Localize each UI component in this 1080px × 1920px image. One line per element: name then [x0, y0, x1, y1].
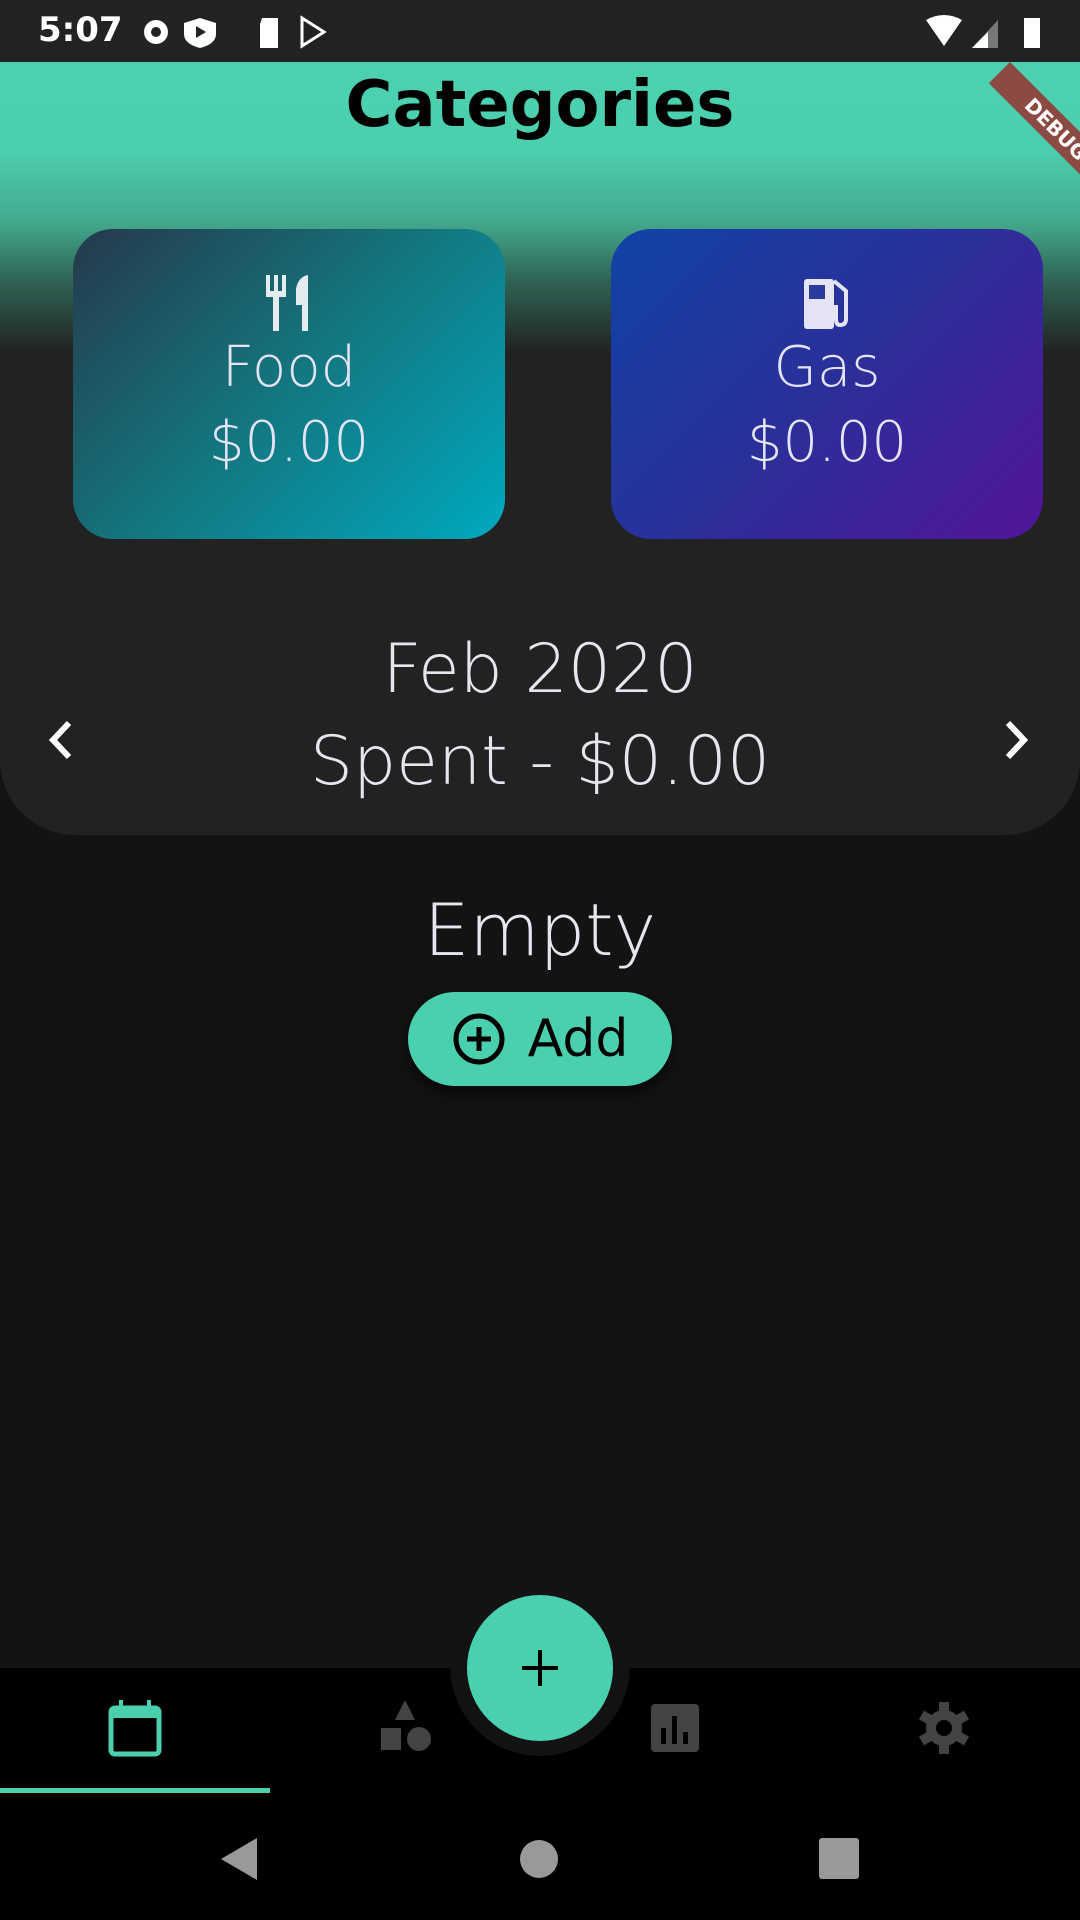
nav-settings[interactable] — [914, 1698, 974, 1758]
gas-station-icon — [611, 275, 1043, 331]
recents-icon[interactable] — [813, 1834, 863, 1884]
chart-icon — [651, 1704, 699, 1752]
home-icon[interactable] — [514, 1834, 564, 1884]
page-title: Categories — [345, 68, 735, 142]
spent-total: Spent - $0.00 — [309, 722, 771, 801]
category-name: Food — [221, 335, 357, 400]
shapes-icon — [381, 1700, 431, 1751]
empty-state-text: Empty — [423, 888, 657, 972]
category-card-food[interactable]: Food $0.00 — [73, 229, 505, 539]
calendar-icon — [108, 1700, 162, 1757]
notification-icons — [144, 15, 327, 49]
active-tab-indicator — [0, 1788, 270, 1793]
back-icon[interactable] — [215, 1834, 265, 1884]
month-label: Feb 2020 — [382, 630, 698, 709]
add-button-label: Add — [527, 1009, 629, 1069]
add-button[interactable]: Add — [408, 992, 672, 1086]
settings-icon — [918, 1702, 970, 1754]
nav-statistics[interactable] — [645, 1698, 705, 1758]
category-card-gas[interactable]: Gas $0.00 — [611, 229, 1043, 539]
system-status-icons — [926, 15, 1040, 48]
category-amount: $0.00 — [746, 410, 908, 475]
add-circle-icon — [453, 1013, 505, 1065]
system-navigation-bar — [0, 1812, 1080, 1920]
category-amount: $0.00 — [208, 410, 370, 475]
category-name: Gas — [773, 335, 881, 400]
nav-calendar[interactable] — [105, 1698, 165, 1758]
status-bar: 5:07 — [0, 0, 1080, 62]
plus-icon — [522, 1650, 558, 1686]
nav-categories[interactable] — [375, 1698, 435, 1758]
add-transaction-fab[interactable] — [467, 1595, 613, 1741]
restaurant-icon — [73, 275, 505, 331]
status-time: 5:07 — [38, 10, 123, 50]
